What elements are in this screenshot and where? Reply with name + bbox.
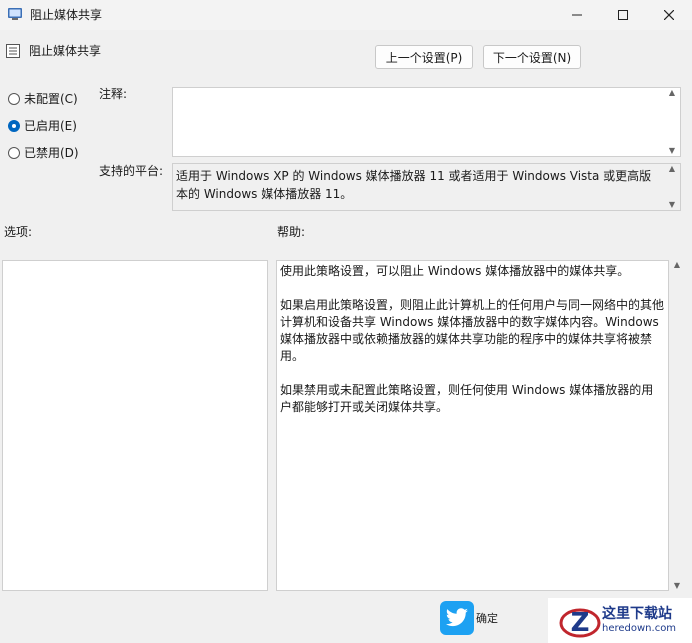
- minimize-button[interactable]: [554, 0, 600, 30]
- radio-label: 未配置(C): [24, 92, 78, 106]
- help-text: 使用此策略设置，可以阻止 Windows 媒体播放器中的媒体共享。 如果启用此策…: [280, 263, 664, 433]
- minimize-icon: [572, 14, 582, 16]
- maximize-button[interactable]: [600, 0, 646, 30]
- radio-button-icon: [8, 146, 20, 159]
- supported-platform-text: 适用于 Windows XP 的 Windows 媒体播放器 11 或者适用于 …: [176, 169, 652, 201]
- twitter-bird-icon: [446, 608, 468, 627]
- watermark-domain: heredown.com: [602, 623, 677, 634]
- window-title: 阻止媒体共享: [30, 8, 103, 22]
- scroll-down-icon[interactable]: ▼: [670, 581, 684, 591]
- close-button[interactable]: [646, 0, 692, 30]
- options-label: 选项:: [4, 225, 33, 239]
- help-paragraph: 如果启用此策略设置，则阻止此计算机上的任何用户与同一网络中的其他计算机和设备共享…: [280, 298, 665, 363]
- radio-button-icon: [8, 92, 20, 105]
- scroll-down-icon[interactable]: ▼: [665, 146, 679, 156]
- next-setting-button[interactable]: 下一个设置(N): [483, 45, 581, 69]
- scroll-up-icon[interactable]: ▲: [670, 260, 684, 270]
- options-panel: [2, 260, 268, 591]
- bird-icon: [440, 601, 474, 635]
- radio-label: 已禁用(D): [24, 146, 79, 160]
- policy-name: 阻止媒体共享: [29, 44, 102, 58]
- policy-setting-icon: [6, 44, 20, 58]
- radio-label: 已启用(E): [24, 119, 77, 133]
- ok-button-label: 确定: [476, 612, 498, 625]
- comment-scrollbar[interactable]: ▲ ▼: [665, 88, 679, 156]
- previous-setting-button[interactable]: 上一个设置(P): [375, 45, 473, 69]
- radio-button-selected-icon: [8, 119, 20, 132]
- radio-enabled[interactable]: 已启用(E): [8, 117, 77, 134]
- scroll-up-icon[interactable]: ▲: [665, 88, 679, 98]
- comment-textarea[interactable]: [172, 87, 681, 157]
- watermark-name: 这里下载站: [602, 606, 672, 622]
- ok-button[interactable]: 确定: [440, 598, 520, 638]
- help-paragraph: 如果禁用或未配置此策略设置，则任何使用 Windows 媒体播放器的用户都能够打…: [280, 383, 654, 414]
- scroll-up-icon[interactable]: ▲: [665, 164, 679, 174]
- scroll-down-icon[interactable]: ▼: [665, 200, 679, 210]
- help-scrollbar[interactable]: ▲ ▼: [670, 260, 684, 591]
- site-watermark: Z 这里下载站 heredown.com: [548, 598, 692, 643]
- svg-text:Z: Z: [571, 608, 590, 638]
- watermark-logo-icon: Z: [559, 608, 601, 638]
- platform-scrollbar[interactable]: ▲ ▼: [665, 164, 679, 210]
- help-label: 帮助:: [277, 225, 306, 239]
- close-icon: [664, 10, 674, 20]
- radio-disabled[interactable]: 已禁用(D): [8, 144, 79, 161]
- supported-platform-label: 支持的平台:: [99, 164, 164, 178]
- radio-not-configured[interactable]: 未配置(C): [8, 90, 78, 107]
- comment-label: 注释:: [99, 87, 128, 101]
- maximize-icon: [618, 10, 628, 20]
- group-policy-icon: [8, 8, 22, 20]
- help-paragraph: 使用此策略设置，可以阻止 Windows 媒体播放器中的媒体共享。: [280, 264, 630, 278]
